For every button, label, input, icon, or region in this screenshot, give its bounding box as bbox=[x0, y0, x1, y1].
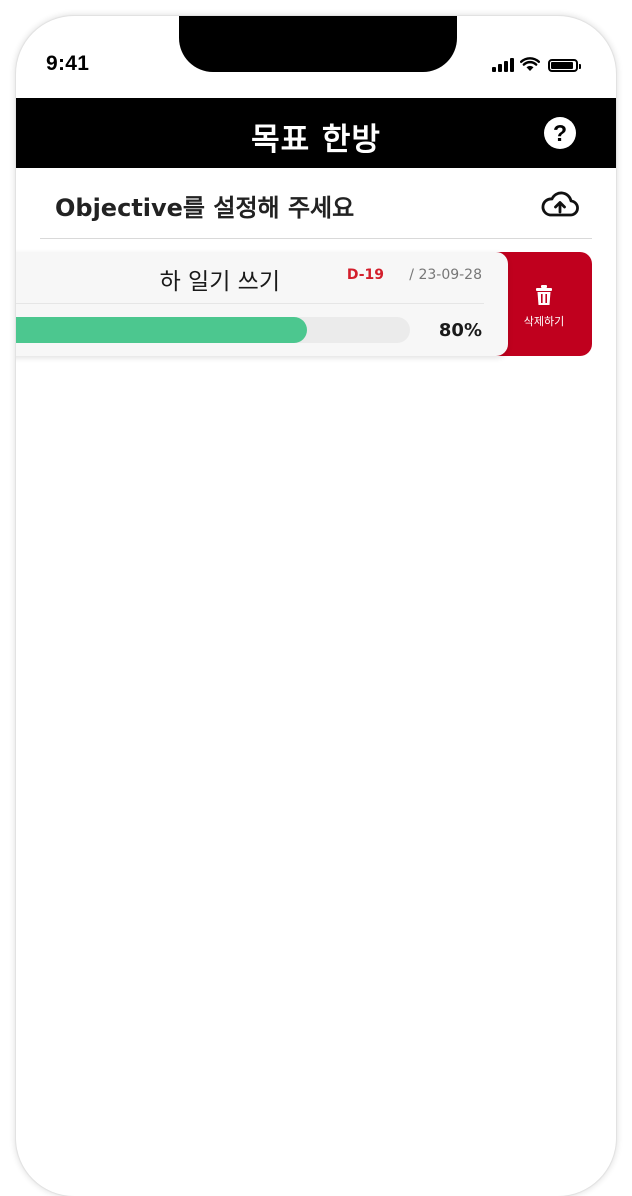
progress-bar bbox=[16, 317, 410, 343]
objective-prompt: Objective를 설정해 주세요 bbox=[55, 194, 355, 222]
help-icon[interactable]: ? bbox=[544, 117, 576, 149]
goal-dday: D-19 bbox=[346, 267, 384, 283]
goal-title: 하 일기 쓰기 bbox=[159, 269, 280, 295]
progress-percent: 80% bbox=[438, 320, 482, 341]
goal-card[interactable]: 하 일기 쓰기 D-19 / 23-09-28 80% bbox=[16, 252, 508, 356]
objective-header[interactable]: Objective를 설정해 주세요 bbox=[40, 168, 592, 239]
wifi-icon bbox=[520, 57, 540, 71]
card-divider bbox=[16, 303, 484, 304]
delete-button[interactable]: 삭제하기 bbox=[496, 252, 592, 356]
notch bbox=[179, 16, 457, 72]
status-time: 9:41 bbox=[46, 52, 90, 75]
battery-icon bbox=[548, 59, 581, 72]
goal-list: 삭제하기 하 일기 쓰기 D-19 / 23-09-28 80% bbox=[16, 252, 592, 356]
progress-fill bbox=[16, 317, 308, 343]
status-bar: 9:41 bbox=[16, 16, 616, 98]
app-title: 목표 한방 bbox=[251, 122, 381, 158]
app-bar: 목표 한방 ? bbox=[16, 98, 616, 168]
delete-label: 삭제하기 bbox=[523, 315, 565, 328]
cellular-signal-icon bbox=[492, 58, 514, 72]
trash-icon bbox=[536, 285, 552, 305]
status-icons bbox=[492, 56, 581, 72]
goal-date: / 23-09-28 bbox=[409, 267, 482, 283]
phone-screen: 9:41 목표 한방 ? Objective를 설정해 주세요 삭제하기 하 일… bbox=[16, 16, 616, 1196]
cloud-upload-icon[interactable] bbox=[540, 190, 580, 220]
